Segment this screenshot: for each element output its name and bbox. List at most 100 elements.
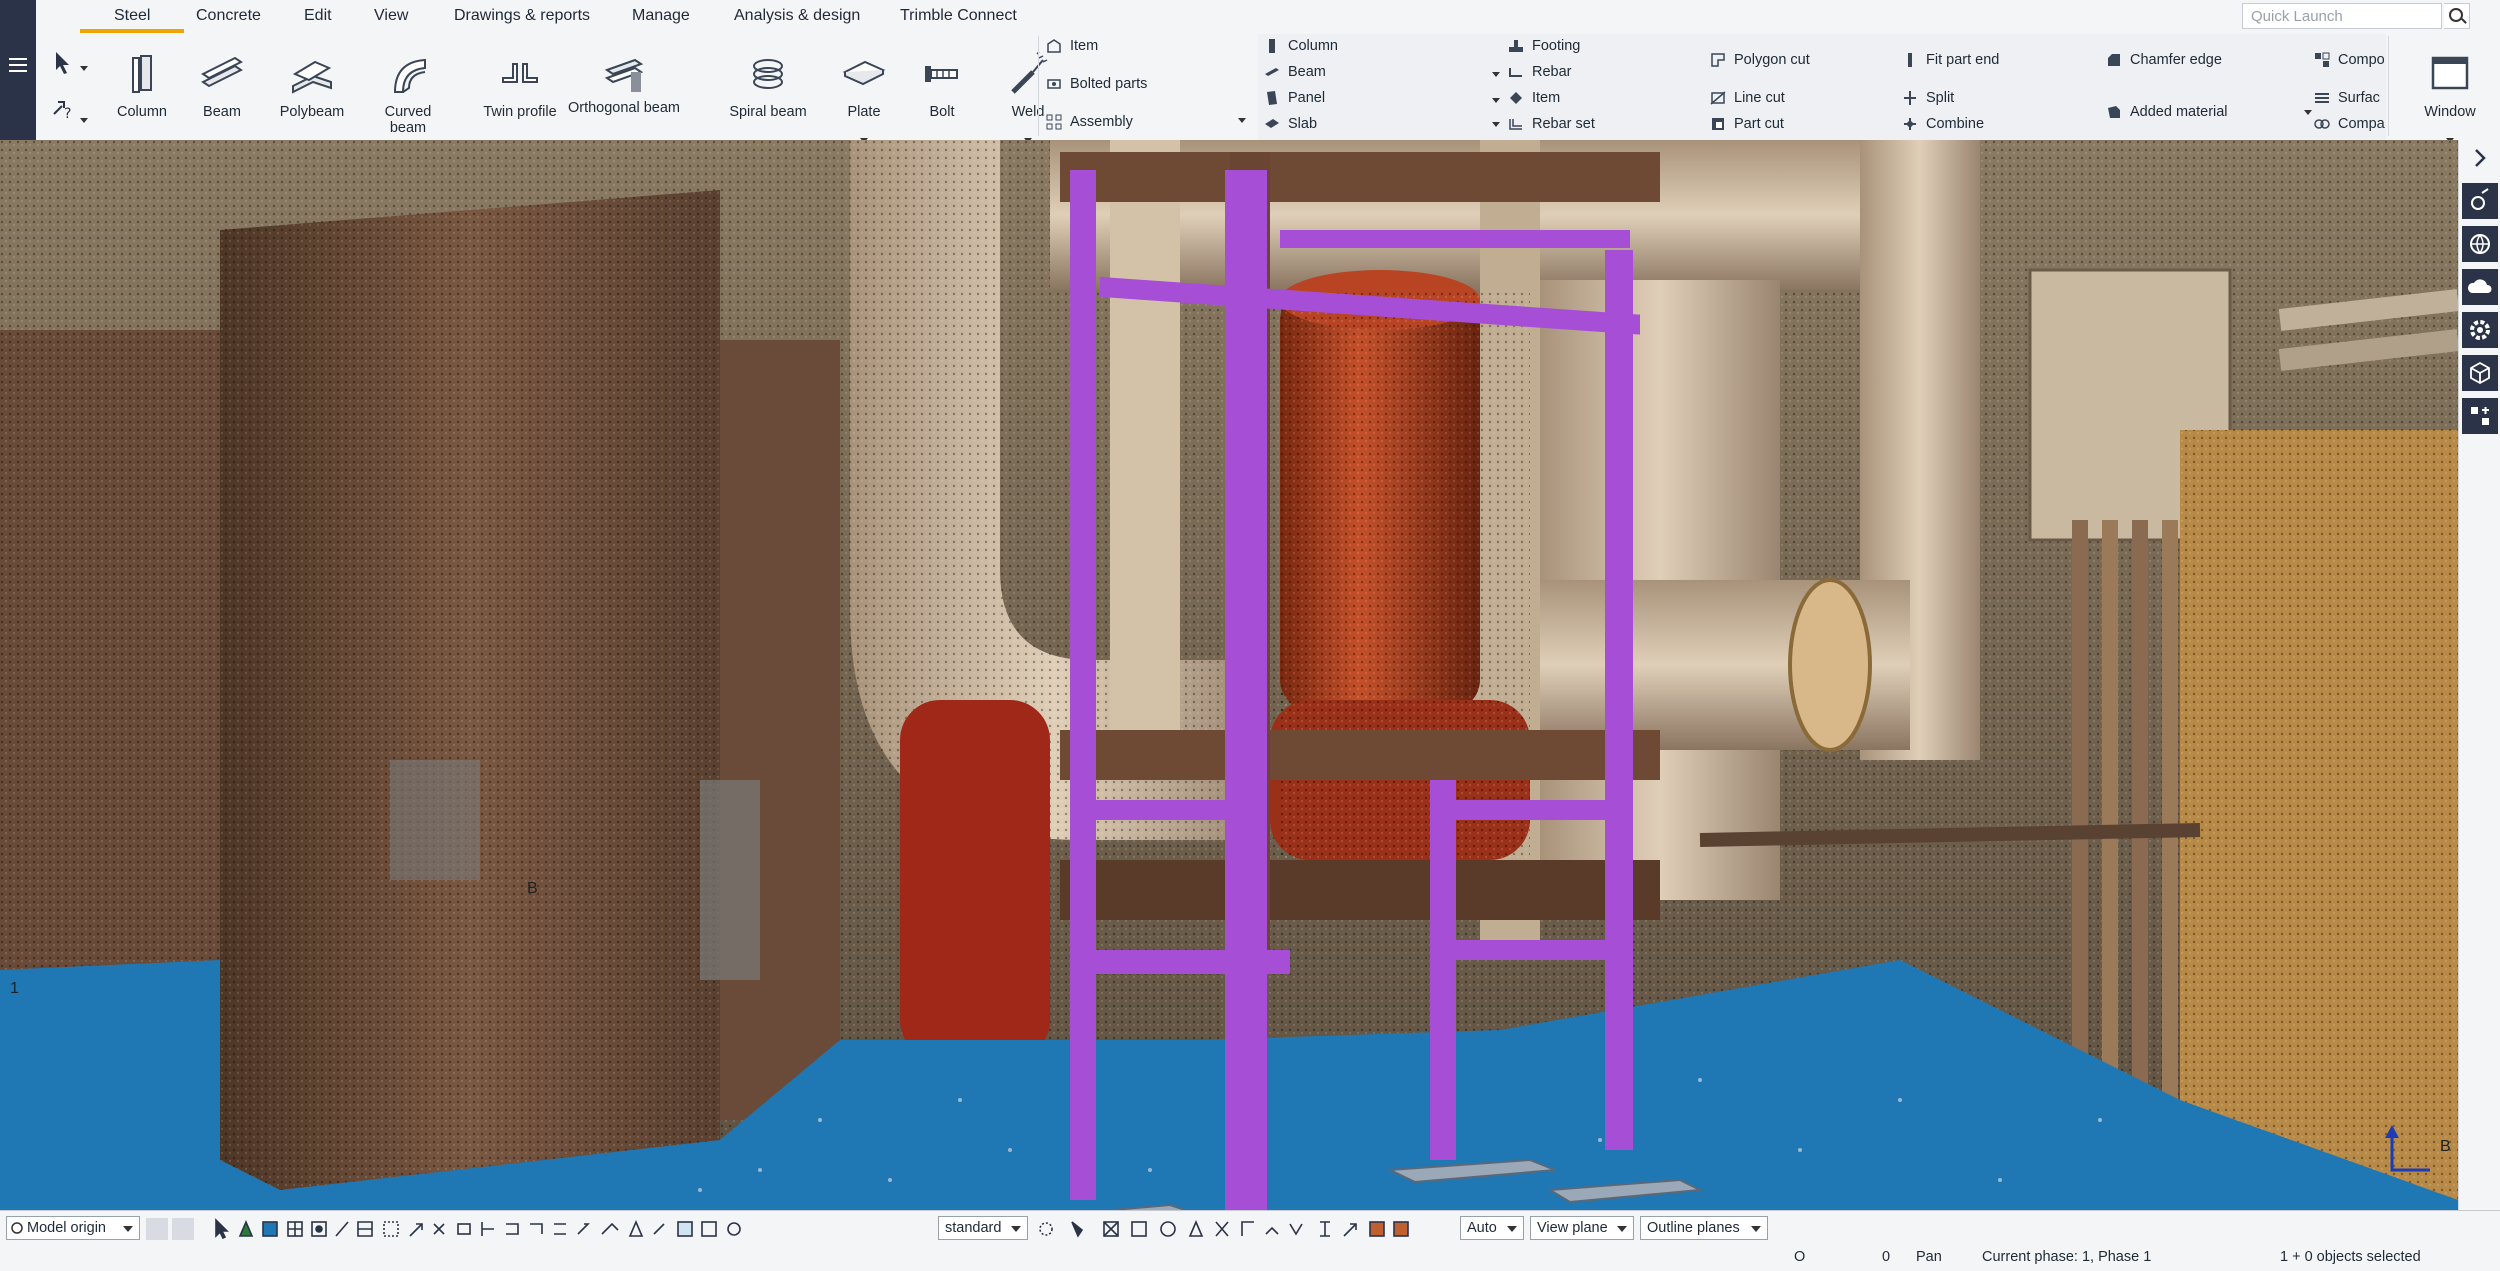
- part-cut-button[interactable]: Part cut: [1710, 114, 1784, 134]
- tab-view[interactable]: View: [366, 6, 416, 30]
- snap-mode-select[interactable]: Auto: [1460, 1216, 1524, 1240]
- tab-steel[interactable]: Steel: [106, 6, 158, 30]
- misc-dropdown-arrow[interactable]: [1238, 118, 1246, 123]
- footing-button[interactable]: Footing: [1508, 36, 1580, 56]
- combine-icon: [1902, 116, 1918, 132]
- steel-beam[interactable]: [1440, 940, 1610, 960]
- added-material-icon: [2106, 104, 2122, 120]
- tab-edit[interactable]: Edit: [296, 6, 340, 30]
- concrete-beam-button[interactable]: Beam: [1264, 62, 1326, 82]
- search-icon[interactable]: [2444, 3, 2470, 29]
- slab-button[interactable]: Slab: [1264, 114, 1317, 134]
- plate-icon: [841, 52, 887, 98]
- steel-column[interactable]: [1605, 250, 1633, 1150]
- combine-button[interactable]: Combine: [1902, 114, 1984, 134]
- main-cabinet-texture: [220, 190, 720, 1190]
- steel-beam[interactable]: [1090, 950, 1290, 974]
- cloud-icon[interactable]: [2462, 269, 2498, 305]
- fit-part-end-button[interactable]: Fit part end: [1902, 50, 1999, 70]
- tab-manage[interactable]: Manage: [624, 6, 698, 30]
- rebar-set-button[interactable]: Rebar set: [1508, 114, 1595, 134]
- panel-dropdown[interactable]: [1492, 98, 1500, 103]
- steel-column[interactable]: [1225, 170, 1267, 1210]
- model-viewport[interactable]: B 1 B: [0, 140, 2458, 1210]
- point-cloud-scene[interactable]: [0, 140, 2458, 1210]
- gear-icon[interactable]: [2462, 312, 2498, 348]
- beam-button[interactable]: Beam: [180, 52, 264, 120]
- split-button[interactable]: Split: [1902, 88, 1954, 108]
- polybeam-button[interactable]: Polybeam: [270, 52, 354, 120]
- curved-beam-button[interactable]: Curved beam: [366, 52, 450, 136]
- grid-label: B: [2440, 1138, 2451, 1156]
- twin-profile-icon: [497, 52, 543, 98]
- weld-icon: [1005, 52, 1051, 98]
- pipe-flange: [1790, 580, 1870, 750]
- column-icon: [119, 52, 165, 98]
- status-selection: 1 + 0 objects selected: [2280, 1249, 2421, 1265]
- split-icon: [1902, 90, 1918, 106]
- tab-concrete[interactable]: Concrete: [188, 6, 269, 30]
- steel-column[interactable]: [1430, 780, 1456, 1160]
- chamfer-edge-button[interactable]: Chamfer edge: [2106, 50, 2222, 70]
- bolted-parts-button[interactable]: Bolted parts: [1046, 74, 1147, 94]
- added-material-dropdown[interactable]: [2304, 110, 2312, 115]
- concrete-column-button[interactable]: Column: [1264, 36, 1338, 56]
- item-button[interactable]: Item: [1046, 36, 1098, 56]
- bolt-button[interactable]: Bolt: [900, 52, 984, 120]
- assembly-button[interactable]: Assembly: [1046, 112, 1133, 132]
- rebar-button[interactable]: Rebar: [1508, 62, 1572, 82]
- steel-beam[interactable]: [1090, 800, 1230, 820]
- view-toolbar[interactable]: [1034, 1216, 1454, 1242]
- concrete-column-icon: [1264, 38, 1280, 54]
- line-cut-button[interactable]: Line cut: [1710, 88, 1785, 108]
- application-menu-strip[interactable]: [0, 0, 36, 140]
- orthogonal-beam-button[interactable]: Orthogonal beam: [544, 52, 704, 116]
- polygon-cut-button[interactable]: Polygon cut: [1710, 50, 1810, 70]
- concrete-beam-dropdown[interactable]: [1492, 72, 1500, 77]
- select-arrow-icon[interactable]: ?: [50, 48, 90, 128]
- quick-launch-input[interactable]: Quick Launch: [2242, 3, 2442, 29]
- svg-text:?: ?: [64, 106, 71, 122]
- concrete-item-button[interactable]: Item: [1508, 88, 1560, 108]
- view-plane-select[interactable]: View plane: [1530, 1216, 1634, 1240]
- panel-button[interactable]: Panel: [1264, 88, 1325, 108]
- globe-icon[interactable]: [2462, 226, 2498, 262]
- expand-chevron-icon[interactable]: [2462, 140, 2498, 176]
- tab-drawings-reports[interactable]: Drawings & reports: [446, 6, 598, 30]
- column-button[interactable]: Column: [100, 52, 184, 120]
- add-workplane-icon[interactable]: [146, 1218, 168, 1240]
- footing-icon: [1508, 38, 1524, 54]
- steel-beam[interactable]: [1280, 230, 1630, 248]
- delete-workplane-icon[interactable]: [172, 1218, 194, 1240]
- ribbon-separator: [1038, 36, 1039, 136]
- component-button[interactable]: Compo: [2314, 50, 2385, 70]
- outline-planes-select[interactable]: Outline planes: [1640, 1216, 1768, 1240]
- window-button[interactable]: Window: [2408, 52, 2492, 120]
- red-tank: [900, 700, 1050, 1060]
- compare-icon: [2314, 116, 2330, 132]
- status-origin: O: [1794, 1249, 1805, 1265]
- surface-button[interactable]: Surfac: [2314, 88, 2380, 108]
- plate-button[interactable]: Plate: [822, 52, 906, 120]
- snap-toolbar[interactable]: [208, 1216, 928, 1242]
- added-material-button[interactable]: Added material: [2106, 102, 2228, 122]
- curved-beam-icon: [385, 52, 431, 98]
- tab-analysis-design[interactable]: Analysis & design: [726, 6, 868, 30]
- steel-column[interactable]: [1070, 170, 1096, 1200]
- 3d-cube-icon[interactable]: [2462, 355, 2498, 391]
- tab-trimble-connect[interactable]: Trimble Connect: [892, 6, 1025, 30]
- side-pane-bar: [2458, 140, 2500, 1210]
- slab-dropdown[interactable]: [1492, 122, 1500, 127]
- grid-label: 1: [10, 980, 19, 998]
- model-origin-select[interactable]: Model origin: [6, 1216, 140, 1240]
- bolted-parts-icon: [1046, 76, 1062, 92]
- hamburger-menu-icon[interactable]: [9, 58, 27, 60]
- component-catalog-icon[interactable]: [2462, 398, 2498, 434]
- standard-select[interactable]: standard: [938, 1216, 1028, 1240]
- polygon-cut-icon: [1710, 52, 1726, 68]
- steel-beam[interactable]: [1440, 800, 1610, 820]
- spiral-beam-button[interactable]: Spiral beam: [726, 52, 810, 120]
- property-settings-icon[interactable]: [2462, 183, 2498, 219]
- status-phase[interactable]: Current phase: 1, Phase 1: [1982, 1249, 2151, 1265]
- compare-button[interactable]: Compa: [2314, 114, 2385, 134]
